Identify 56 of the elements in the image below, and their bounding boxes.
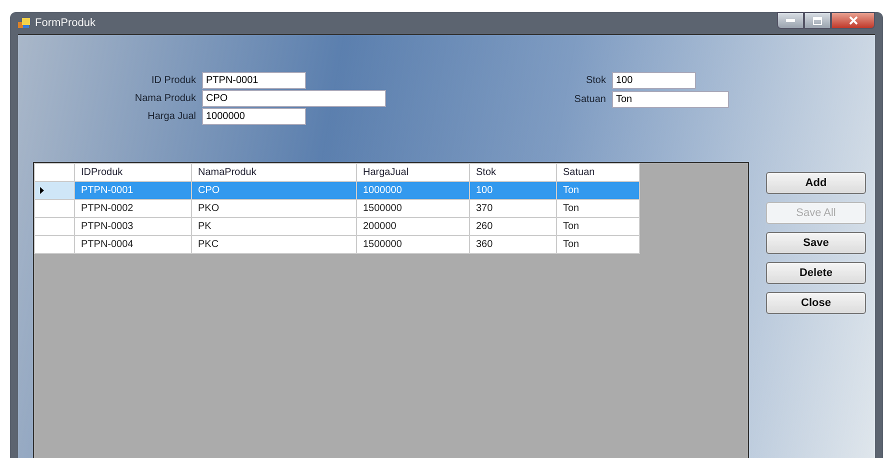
app-icon	[18, 17, 30, 29]
table-cell: PK	[192, 218, 356, 236]
table-row[interactable]: PTPN-0003 PK 200000 260 Ton	[34, 218, 640, 236]
action-button[interactable]: Close	[766, 292, 866, 314]
table-row[interactable]: PTPN-0002 PKO 1500000 370 Ton	[34, 200, 640, 218]
action-button[interactable]: Add	[766, 172, 866, 194]
table-cell: PTPN-0002	[74, 200, 192, 218]
table-cell: 200000	[356, 218, 470, 236]
table-cell: 370	[470, 200, 556, 218]
table-row[interactable]: PTPN-0004 PKC 1500000 360 Ton	[34, 236, 640, 254]
table-cell: CPO	[192, 182, 356, 200]
action-button[interactable]: Delete	[766, 262, 866, 284]
text-field[interactable]: 1000000	[202, 108, 306, 125]
table-cell: PKO	[192, 200, 356, 218]
field-label: Harga Jual	[146, 111, 196, 122]
table-cell: 1000000	[356, 182, 470, 200]
row-header[interactable]	[34, 218, 74, 236]
text-field[interactable]: CPO	[202, 90, 386, 107]
row-header[interactable]	[34, 200, 74, 218]
current-row-icon	[40, 187, 44, 194]
table-cell: 1500000	[356, 200, 470, 218]
table-cell: PTPN-0004	[74, 236, 192, 254]
row-header	[34, 164, 74, 182]
table-cell: Ton	[556, 200, 640, 218]
action-button[interactable]: Save	[766, 232, 866, 254]
column-header[interactable]: NamaProduk	[192, 164, 356, 182]
table-cell: PTPN-0003	[74, 218, 192, 236]
text-field[interactable]: 100	[612, 72, 696, 89]
text-field[interactable]: Ton	[612, 91, 729, 108]
maximize-button[interactable]	[804, 12, 831, 29]
table-cell: Ton	[556, 236, 640, 254]
window-title: FormProduk	[35, 17, 96, 29]
field-label: ID Produk	[150, 75, 196, 86]
field-label: Satuan	[573, 94, 606, 105]
table-cell: PTPN-0001	[74, 182, 192, 200]
column-header[interactable]: HargaJual	[356, 164, 470, 182]
maximize-icon	[813, 16, 822, 24]
close-button[interactable]	[831, 12, 875, 29]
table-cell: 260	[470, 218, 556, 236]
table-cell: Ton	[556, 218, 640, 236]
table-cell: 360	[470, 236, 556, 254]
column-header[interactable]: Stok	[470, 164, 556, 182]
table-cell: Ton	[556, 182, 640, 200]
row-header[interactable]	[34, 182, 74, 200]
close-icon	[848, 16, 858, 25]
column-header[interactable]: Satuan	[556, 164, 640, 182]
field-label: Nama Produk	[134, 93, 196, 104]
field-label: Stok	[584, 75, 606, 86]
minimize-icon	[786, 19, 795, 22]
table-cell: PKC	[192, 236, 356, 254]
table-cell: 100	[470, 182, 556, 200]
text-field[interactable]: PTPN-0001	[202, 72, 306, 89]
column-header[interactable]: IDProduk	[74, 164, 192, 182]
row-header[interactable]	[34, 236, 74, 254]
minimize-button[interactable]	[777, 12, 804, 29]
table-cell: 1500000	[356, 236, 470, 254]
